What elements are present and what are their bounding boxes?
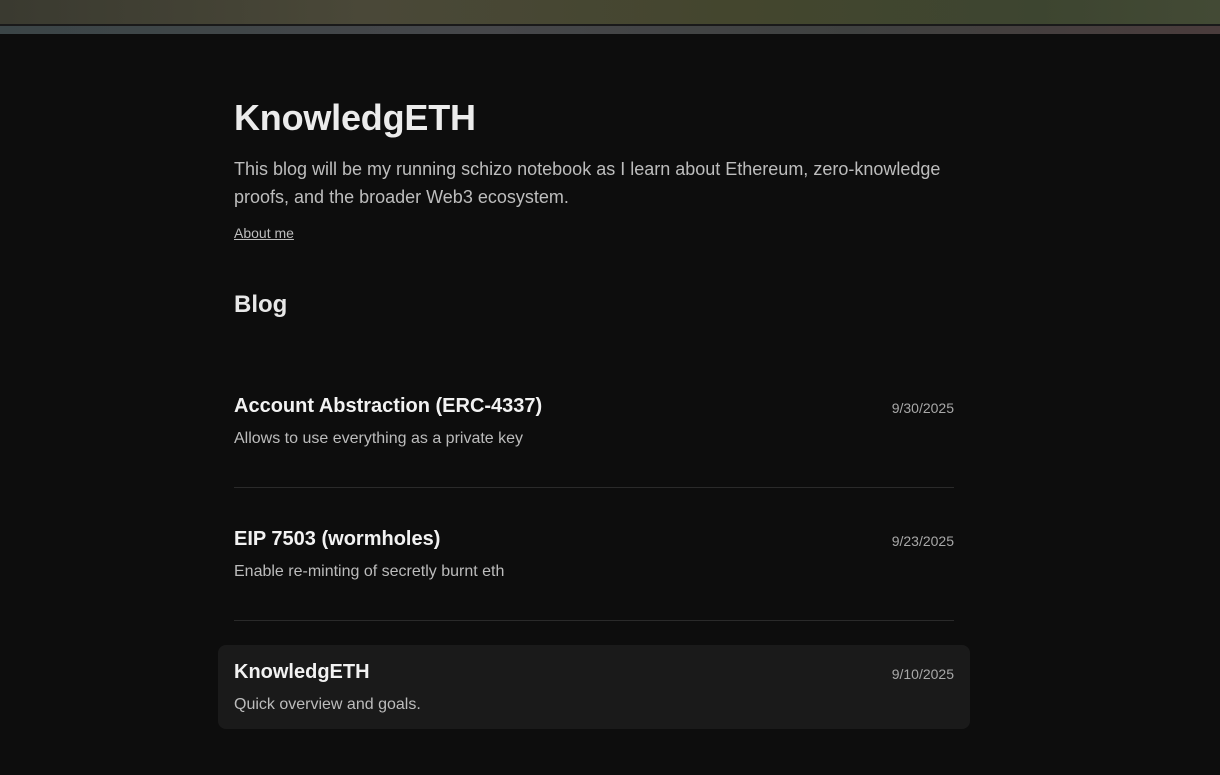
post-title[interactable]: KnowledgETH	[234, 661, 370, 684]
window-top-strip	[0, 0, 1220, 24]
post-divider	[234, 620, 954, 621]
post-summary: Quick overview and goals.	[234, 696, 421, 713]
post-summary: Allows to use everything as a private ke…	[234, 430, 524, 447]
post-summary: Enable re-minting of secretly burnt eth	[234, 563, 505, 580]
post-date: 9/10/2025	[891, 666, 954, 682]
site-description: This blog will be my running schizo note…	[234, 159, 941, 207]
top-accent-bar	[0, 26, 1220, 34]
post-date: 9/30/2025	[891, 400, 954, 416]
post-title[interactable]: Account Abstraction (ERC-4337)	[234, 395, 542, 418]
post-title[interactable]: EIP 7503 (wormholes)	[234, 528, 440, 551]
post-date: 9/23/2025	[891, 533, 954, 549]
site-title: KnowledgETH	[234, 97, 476, 138]
blog-post-item[interactable]: EIP 7503 (wormholes) 9/23/2025 Enable re…	[218, 512, 970, 596]
post-divider	[234, 487, 954, 488]
blog-post-item[interactable]: KnowledgETH 9/10/2025 Quick overview and…	[218, 645, 970, 729]
about-me-link[interactable]: About me	[234, 225, 294, 241]
blog-post-item[interactable]: Account Abstraction (ERC-4337) 9/30/2025…	[218, 379, 970, 463]
blog-heading: Blog	[234, 291, 288, 318]
